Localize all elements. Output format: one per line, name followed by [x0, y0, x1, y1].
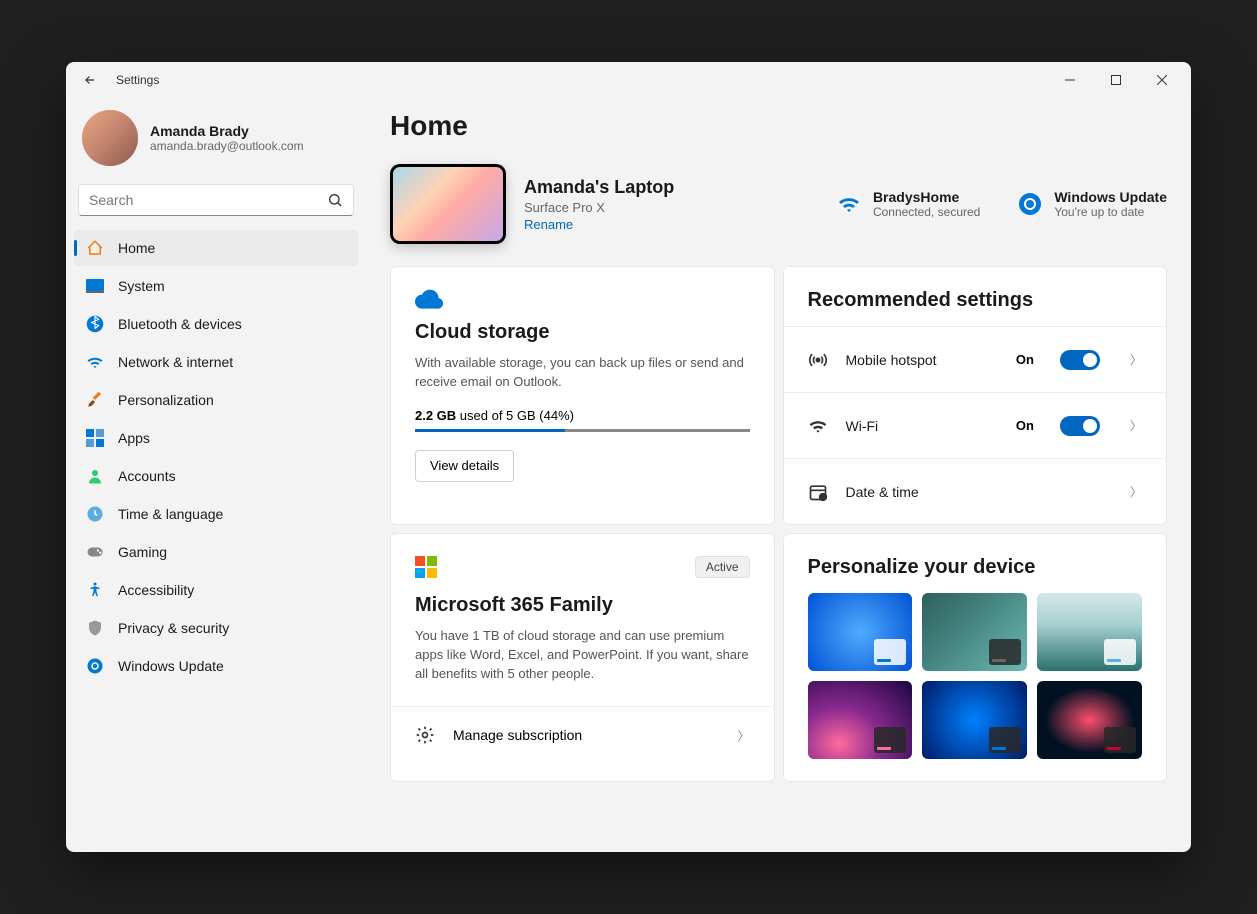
wifi-icon [86, 353, 104, 371]
profile-email: amanda.brady@outlook.com [150, 139, 304, 153]
nav-time[interactable]: Time & language [74, 496, 358, 532]
wifi-toggle[interactable] [1060, 416, 1100, 436]
titlebar: Settings [66, 62, 1191, 98]
profile-section[interactable]: Amanda Brady amanda.brady@outlook.com [74, 98, 358, 184]
search-box[interactable] [78, 184, 354, 216]
device-model: Surface Pro X [524, 200, 674, 215]
device-image [390, 164, 506, 244]
theme-option-1[interactable] [808, 593, 913, 671]
maximize-button[interactable] [1093, 62, 1139, 98]
nav-update[interactable]: Windows Update [74, 648, 358, 684]
theme-option-2[interactable] [922, 593, 1027, 671]
m365-desc: You have 1 TB of cloud storage and can u… [415, 627, 750, 684]
cloud-desc: With available storage, you can back up … [415, 354, 750, 392]
close-button[interactable] [1139, 62, 1185, 98]
setting-wifi[interactable]: Wi-Fi On 〉 [784, 392, 1167, 458]
device-name: Amanda's Laptop [524, 177, 674, 198]
apps-icon [86, 429, 104, 447]
minimize-button[interactable] [1047, 62, 1093, 98]
window-title: Settings [116, 73, 159, 87]
cloud-storage-card: Cloud storage With available storage, yo… [390, 266, 775, 525]
nav-home[interactable]: Home [74, 230, 358, 266]
arrow-left-icon [83, 73, 97, 87]
page-title: Home [390, 110, 1167, 142]
theme-option-5[interactable] [922, 681, 1027, 759]
cloud-progress [415, 429, 750, 432]
back-button[interactable] [78, 68, 102, 92]
nav-accounts[interactable]: Accounts [74, 458, 358, 494]
search-icon [327, 192, 343, 208]
theme-option-6[interactable] [1037, 681, 1142, 759]
hotspot-toggle[interactable] [1060, 350, 1100, 370]
wifi-status[interactable]: BradysHomeConnected, secured [835, 189, 980, 219]
nav-accessibility[interactable]: Accessibility [74, 572, 358, 608]
nav-list: Home System Bluetooth & devices Network … [74, 228, 358, 686]
update-status[interactable]: Windows UpdateYou're up to date [1016, 189, 1167, 219]
wifi-status-icon [835, 190, 863, 218]
manage-subscription[interactable]: Manage subscription 〉 [391, 706, 774, 764]
gamepad-icon [86, 543, 104, 561]
m365-card: Active Microsoft 365 Family You have 1 T… [390, 533, 775, 782]
home-icon [86, 239, 104, 257]
nav-gaming[interactable]: Gaming [74, 534, 358, 570]
update-icon [86, 657, 104, 675]
clock-icon [86, 505, 104, 523]
main-content: Home Amanda's Laptop Surface Pro X Renam… [366, 98, 1191, 852]
profile-name: Amanda Brady [150, 123, 304, 139]
cloud-icon [415, 289, 750, 309]
datetime-icon [808, 482, 828, 502]
chevron-right-icon: 〉 [1130, 351, 1142, 368]
avatar [82, 110, 138, 166]
microsoft-logo-icon [415, 556, 437, 578]
chevron-right-icon: 〉 [1130, 417, 1142, 434]
cloud-usage: 2.2 GB used of 5 GB (44%) [415, 408, 750, 423]
active-badge: Active [695, 556, 750, 578]
nav-personalization[interactable]: Personalization [74, 382, 358, 418]
setting-hotspot[interactable]: Mobile hotspot On 〉 [784, 326, 1167, 392]
personalize-card: Personalize your device [783, 533, 1168, 782]
rename-link[interactable]: Rename [524, 217, 674, 232]
settings-window: Settings Amanda Brady amanda.brady@outlo… [66, 62, 1191, 852]
search-input[interactable] [89, 192, 327, 208]
nav-apps[interactable]: Apps [74, 420, 358, 456]
recommended-card: Recommended settings Mobile hotspot On 〉… [783, 266, 1168, 525]
theme-option-4[interactable] [808, 681, 913, 759]
chevron-right-icon: 〉 [737, 727, 749, 744]
update-status-icon [1016, 190, 1044, 218]
nav-system[interactable]: System [74, 268, 358, 304]
nav-bluetooth[interactable]: Bluetooth & devices [74, 306, 358, 342]
view-details-button[interactable]: View details [415, 450, 514, 482]
bluetooth-icon [86, 315, 104, 333]
setting-datetime[interactable]: Date & time 〉 [784, 458, 1167, 524]
wifi-row-icon [808, 416, 828, 436]
personalize-title: Personalize your device [784, 534, 1167, 593]
nav-network[interactable]: Network & internet [74, 344, 358, 380]
gear-icon [415, 725, 435, 745]
chevron-right-icon: 〉 [1130, 483, 1142, 500]
cloud-title: Cloud storage [415, 321, 750, 344]
device-row: Amanda's Laptop Surface Pro X Rename Bra… [390, 164, 1167, 244]
theme-option-3[interactable] [1037, 593, 1142, 671]
shield-icon [86, 619, 104, 637]
brush-icon [86, 391, 104, 409]
nav-privacy[interactable]: Privacy & security [74, 610, 358, 646]
sidebar: Amanda Brady amanda.brady@outlook.com Ho… [66, 98, 366, 852]
hotspot-icon [808, 350, 828, 370]
person-icon [86, 467, 104, 485]
recommended-title: Recommended settings [784, 267, 1167, 326]
accessibility-icon [86, 581, 104, 599]
system-icon [86, 277, 104, 295]
m365-title: Microsoft 365 Family [415, 594, 750, 617]
